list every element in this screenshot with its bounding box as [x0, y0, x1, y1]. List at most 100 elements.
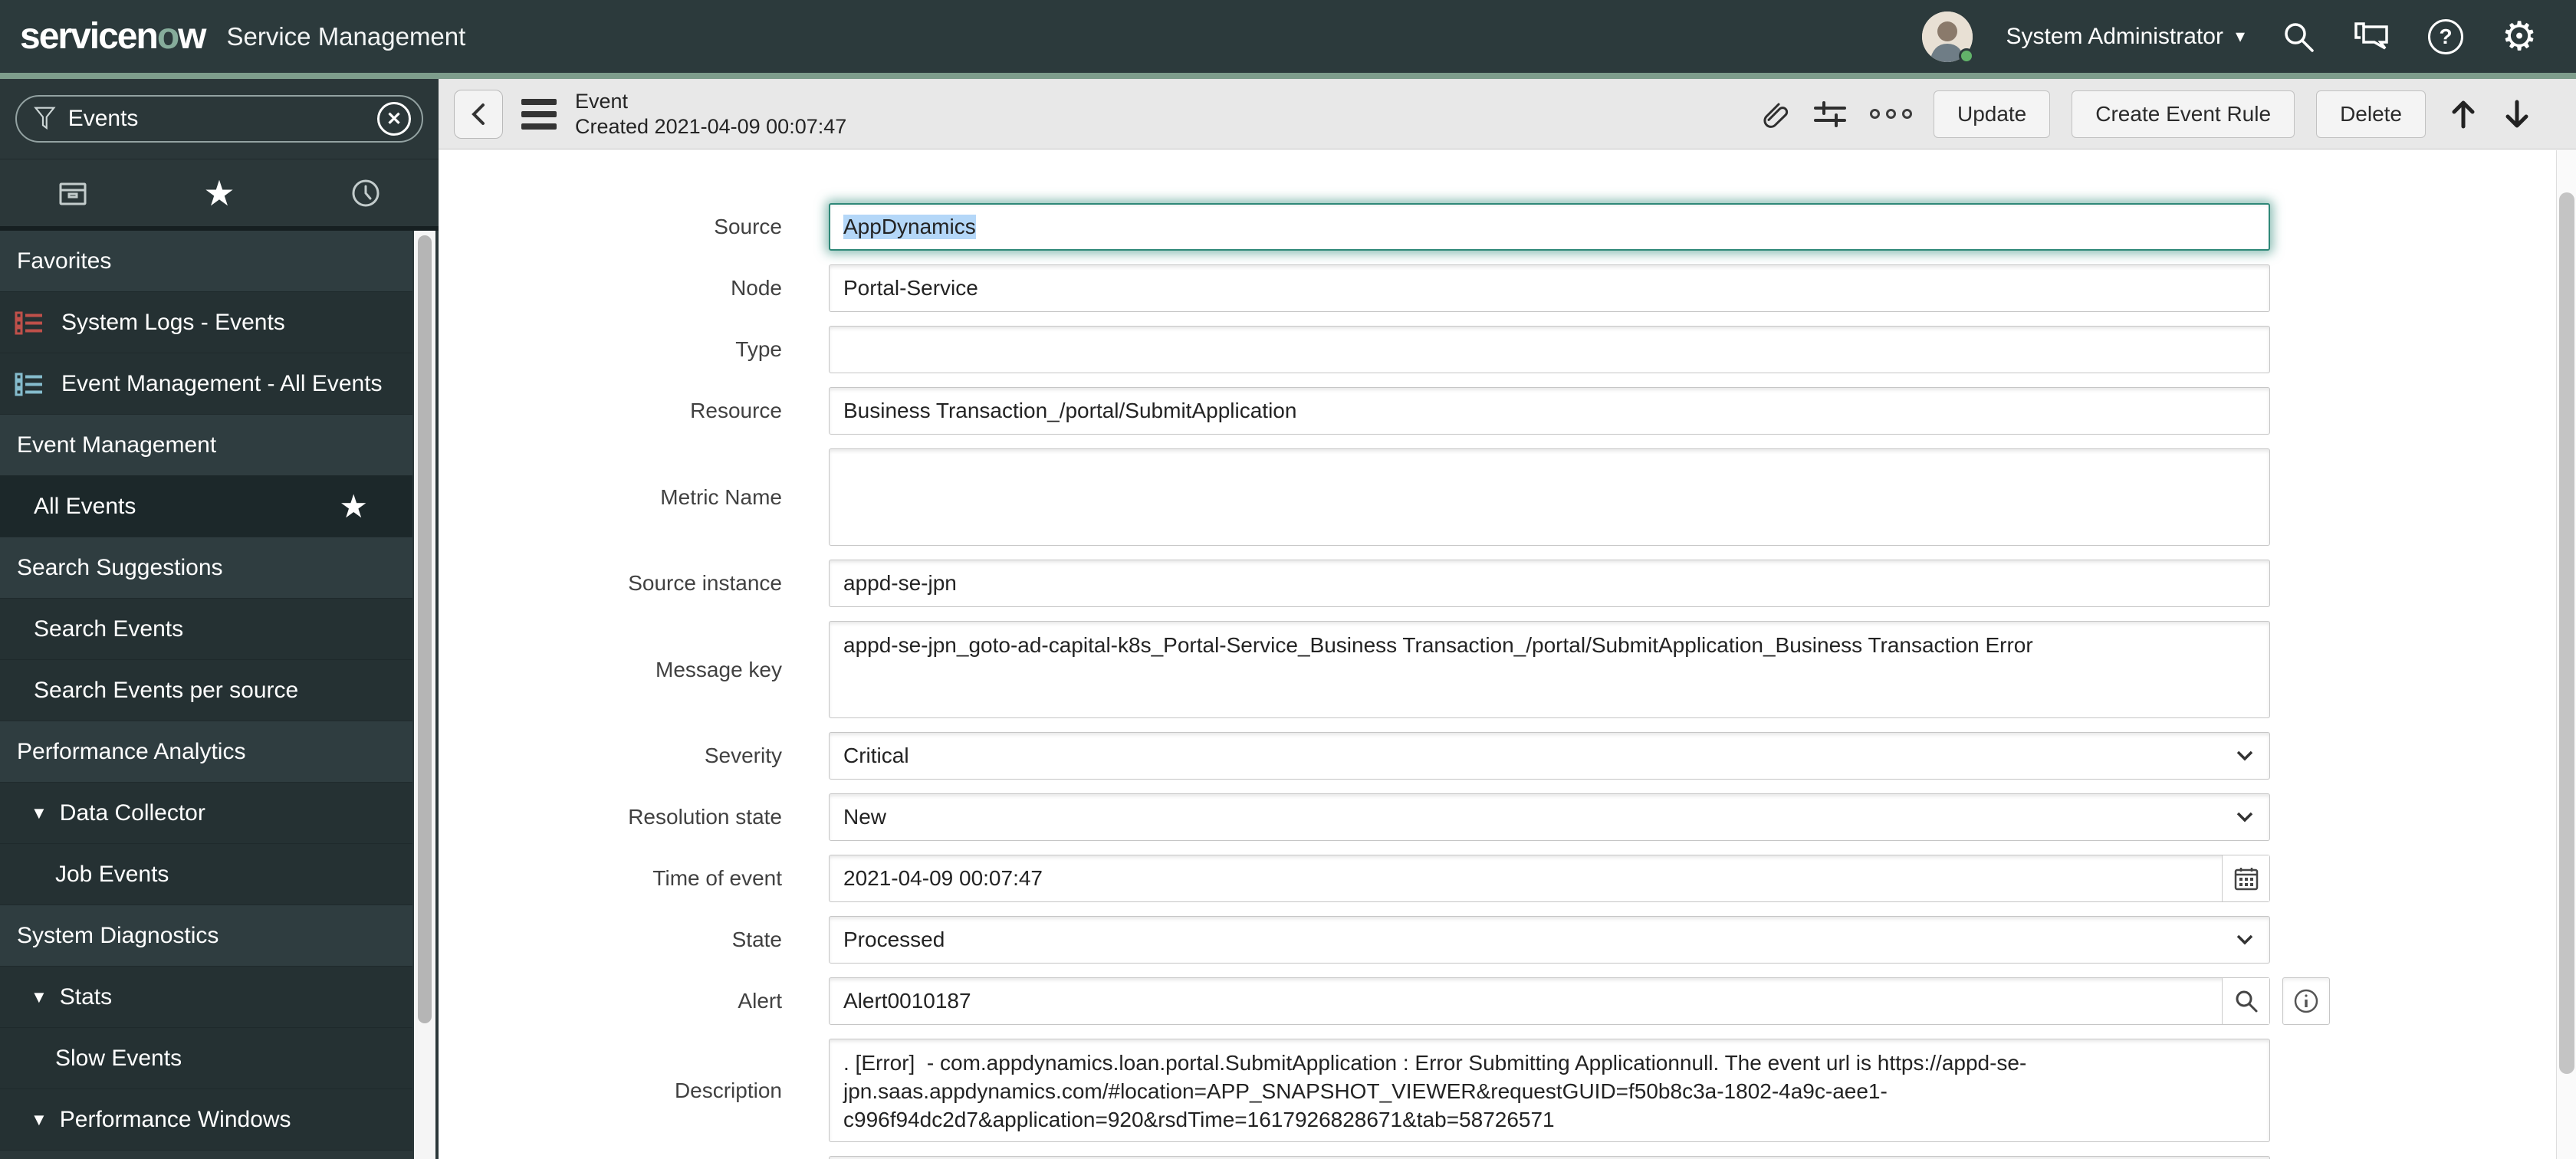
user-menu[interactable]: System Administrator ▾	[2006, 24, 2245, 50]
state-label: State	[731, 928, 782, 951]
sidebar-item-data-collector[interactable]: ▼ Data Collector	[0, 783, 412, 844]
time-of-event-input[interactable]	[829, 855, 2270, 902]
resolution-state-select[interactable]: New	[829, 793, 2270, 841]
user-name-label: System Administrator	[2006, 23, 2223, 49]
attachment-icon[interactable]	[1756, 97, 1790, 131]
sidebar-item-system-logs-events[interactable]: System Logs - Events	[0, 292, 412, 353]
section-label: Search Suggestions	[17, 554, 223, 580]
sidebar-item-slow-events[interactable]: Slow Events	[0, 1028, 412, 1089]
chevron-down-icon: ▾	[2235, 26, 2245, 47]
message-key-textarea[interactable]: appd-se-jpn_goto-ad-capital-k8s_Portal-S…	[829, 621, 2270, 718]
application-navigator: ✕ ★ Favorites	[0, 79, 439, 1159]
sidebar-scrollbar[interactable]	[414, 231, 435, 1159]
description-textarea[interactable]: . [Error] - com.appdynamics.loan.portal.…	[829, 1039, 2270, 1142]
state-select[interactable]: Processed	[829, 916, 2270, 964]
field-row-node: Node	[439, 264, 2576, 312]
alert-label: Alert	[738, 989, 782, 1013]
sidebar-scrollbar-thumb[interactable]	[418, 235, 432, 1023]
field-row-time-of-event: Time of event	[439, 855, 2576, 902]
section-performance-analytics: Performance Analytics	[0, 721, 412, 783]
sidebar-item-stats[interactable]: ▼ Stats	[0, 967, 412, 1028]
reference-info-icon	[2294, 989, 2318, 1013]
chevron-down-icon	[2236, 812, 2253, 822]
node-label: Node	[731, 276, 782, 300]
chevron-down-icon	[2236, 934, 2253, 945]
section-favorites: Favorites	[0, 231, 412, 292]
node-input[interactable]	[829, 264, 2270, 312]
sidebar-item-label: All Events	[34, 493, 136, 519]
favorite-star-icon[interactable]: ★	[339, 490, 368, 523]
form-scrollbar[interactable]	[2556, 150, 2576, 1159]
sidebar-item-all-events[interactable]: All Events ★	[0, 476, 412, 537]
question-mark-glyph: ?	[2428, 18, 2463, 54]
tab-all-applications[interactable]	[0, 159, 146, 226]
field-row-alert: Alert	[439, 977, 2576, 1025]
resource-input[interactable]	[829, 387, 2270, 435]
clear-circle-x-icon[interactable]: ✕	[377, 102, 411, 136]
field-row-type: Type	[439, 326, 2576, 373]
sidebar-item-event-management-all-events[interactable]: Event Management - All Events	[0, 353, 412, 415]
search-icon[interactable]	[2279, 17, 2318, 57]
favorites-tab-icon: ★	[203, 172, 235, 213]
navigator-filter-input[interactable]	[67, 106, 368, 132]
field-row-metric-name: Metric Name	[439, 448, 2576, 546]
metric-name-label: Metric Name	[660, 484, 782, 509]
type-input[interactable]	[829, 326, 2270, 373]
accent-strip	[0, 73, 2576, 79]
next-record-icon[interactable]	[2501, 97, 2533, 131]
severity-select[interactable]: Critical	[829, 732, 2270, 780]
delete-button[interactable]: Delete	[2316, 90, 2426, 138]
source-instance-input[interactable]	[829, 560, 2270, 607]
field-row-resource: Resource	[439, 387, 2576, 435]
settings-icon[interactable]: ⚙	[2499, 17, 2539, 57]
event-form: Source AppDynamics Node Type	[439, 149, 2576, 1159]
field-row-source: Source AppDynamics	[439, 203, 2576, 251]
form-header-actions: Update Create Event Rule Delete	[1756, 90, 2533, 138]
connect-chat-icon[interactable]	[2352, 17, 2392, 57]
navigator-filter-area: ✕	[0, 79, 439, 159]
sidebar-item-label: Stats	[59, 983, 113, 1010]
update-button[interactable]: Update	[1933, 90, 2051, 138]
severity-label: Severity	[704, 744, 782, 767]
sidebar-item-label: Slow Events	[55, 1045, 182, 1071]
section-label: System Diagnostics	[17, 922, 219, 948]
alert-reference-input[interactable]	[829, 977, 2270, 1025]
description-label: Description	[674, 1078, 782, 1102]
calendar-icon	[2234, 868, 2258, 891]
sidebar-item-label: Search Events	[34, 616, 184, 642]
tab-history[interactable]	[292, 159, 439, 226]
calendar-button[interactable]	[2222, 855, 2269, 901]
help-icon[interactable]: ?	[2426, 17, 2466, 57]
reference-info-button[interactable]	[2282, 977, 2330, 1025]
form-header: Event Created 2021-04-09 00:07:47 Update…	[439, 79, 2576, 149]
personalize-form-icon[interactable]	[1812, 97, 1848, 131]
source-input[interactable]: AppDynamics	[829, 203, 2270, 251]
reference-lookup-button[interactable]	[2222, 978, 2269, 1024]
source-instance-label: Source instance	[628, 571, 782, 595]
servicenow-logo: servicenow	[20, 15, 207, 57]
sidebar-item-search-events[interactable]: Search Events	[0, 599, 412, 660]
sidebar-item-label: Search Events per source	[34, 677, 299, 703]
previous-record-icon[interactable]	[2447, 97, 2479, 131]
field-row-partial-bottom	[439, 1156, 2576, 1159]
metric-name-textarea[interactable]	[829, 448, 2270, 546]
sidebar-item-job-events[interactable]: Job Events	[0, 844, 412, 905]
selected-text: AppDynamics	[843, 215, 976, 239]
form-scrollbar-thumb[interactable]	[2559, 192, 2574, 1074]
logo-text: servicen	[20, 16, 159, 57]
back-button[interactable]	[454, 89, 503, 139]
tab-favorites[interactable]: ★	[146, 159, 293, 226]
create-event-rule-button[interactable]: Create Event Rule	[2072, 90, 2295, 138]
more-options-icon[interactable]	[1869, 109, 1912, 119]
form-context-menu[interactable]	[521, 98, 557, 130]
message-key-label: Message key	[656, 657, 782, 681]
partial-bottom-input[interactable]	[829, 1156, 2270, 1159]
sidebar-item-search-events-per-source[interactable]: Search Events per source	[0, 660, 412, 721]
time-of-event-label: Time of event	[652, 866, 782, 890]
sidebar-item-performance-windows[interactable]: ▼ Performance Windows	[0, 1089, 412, 1151]
triangle-down-icon: ▼	[31, 987, 48, 1006]
logo-text-2: w	[178, 16, 206, 57]
type-label: Type	[735, 337, 782, 361]
online-status-dot	[1958, 48, 1974, 64]
user-avatar[interactable]	[1921, 11, 1974, 64]
